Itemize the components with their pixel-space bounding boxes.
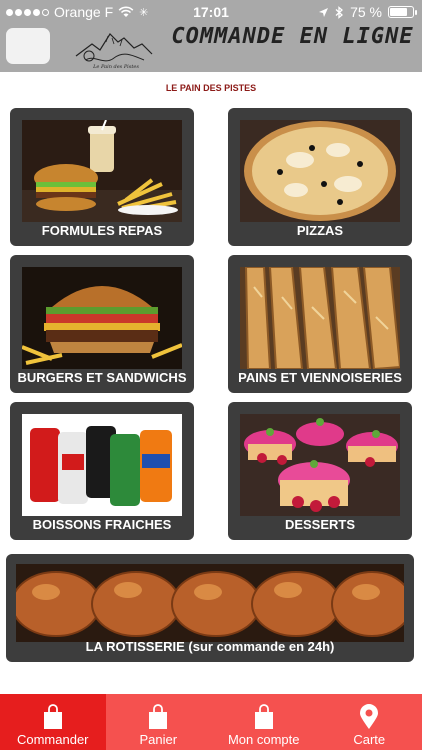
tile-label: FORMULES REPAS [41,223,163,238]
tile-label: PIZZAS [296,223,344,238]
restaurant-name: LE PAIN DES PISTES [165,83,257,93]
tab-panier[interactable]: Panier [106,694,212,750]
app-header: Le Pain des Pistes COMMANDE EN LIGNE [0,24,422,72]
status-bar: Orange F ✳ 17:01 75 % [0,0,422,24]
page-title: COMMANDE EN LIGNE [171,24,414,49]
tile-label: PAINS ET VIENNOISERIES [238,370,402,385]
tile-burgers-sandwichs[interactable]: BURGERS ET SANDWICHS [10,255,194,393]
tile-boissons-fraiches[interactable]: BOISSONS FRAICHES [10,402,194,540]
location-arrow-icon [319,7,329,17]
map-pin-icon [360,704,379,729]
boissons-image [22,414,182,516]
tile-formules-repas[interactable]: FORMULES REPAS [10,108,194,246]
logo-text: Le Pain des Pistes [92,64,139,70]
battery-icon [388,6,417,18]
logo: Le Pain des Pistes [75,33,153,70]
menu-button[interactable] [6,28,50,64]
burgers-image [22,267,182,369]
battery-percent: 75 % [350,4,382,20]
tile-label: BOISSONS FRAICHES [32,517,172,532]
tile-label: DESSERTS [284,517,356,532]
tile-desserts[interactable]: DESSERTS [228,402,412,540]
tab-commander[interactable]: Commander [0,694,106,750]
tab-carte[interactable]: Carte [317,694,422,750]
tab-bar: Commander Panier Mon compte Carte [0,694,422,750]
desserts-image [240,414,400,516]
tab-label: Mon compte [227,732,300,747]
bluetooth-icon [335,5,344,19]
shopping-bag-icon [43,704,62,729]
tile-pizzas[interactable]: PIZZAS [228,108,412,246]
pains-image [240,267,400,369]
rotisserie-image [16,564,404,642]
shopping-bag-icon [149,704,168,729]
tab-mon-compte[interactable]: Mon compte [211,694,317,750]
tab-label: Panier [139,732,178,747]
pizzas-image [240,120,400,222]
shopping-bag-icon [254,704,273,729]
tile-label: LA ROTISSERIE (sur commande en 24h) [85,639,335,654]
tab-label: Commander [16,732,89,747]
formules-repas-image [22,120,182,222]
tab-label: Carte [353,732,386,747]
tile-label: BURGERS ET SANDWICHS [17,370,187,385]
tile-pains-viennoiseries[interactable]: PAINS ET VIENNOISERIES [228,255,412,393]
tile-la-rotisserie[interactable]: LA ROTISSERIE (sur commande en 24h) [6,554,414,662]
status-right: 75 % [318,4,417,20]
